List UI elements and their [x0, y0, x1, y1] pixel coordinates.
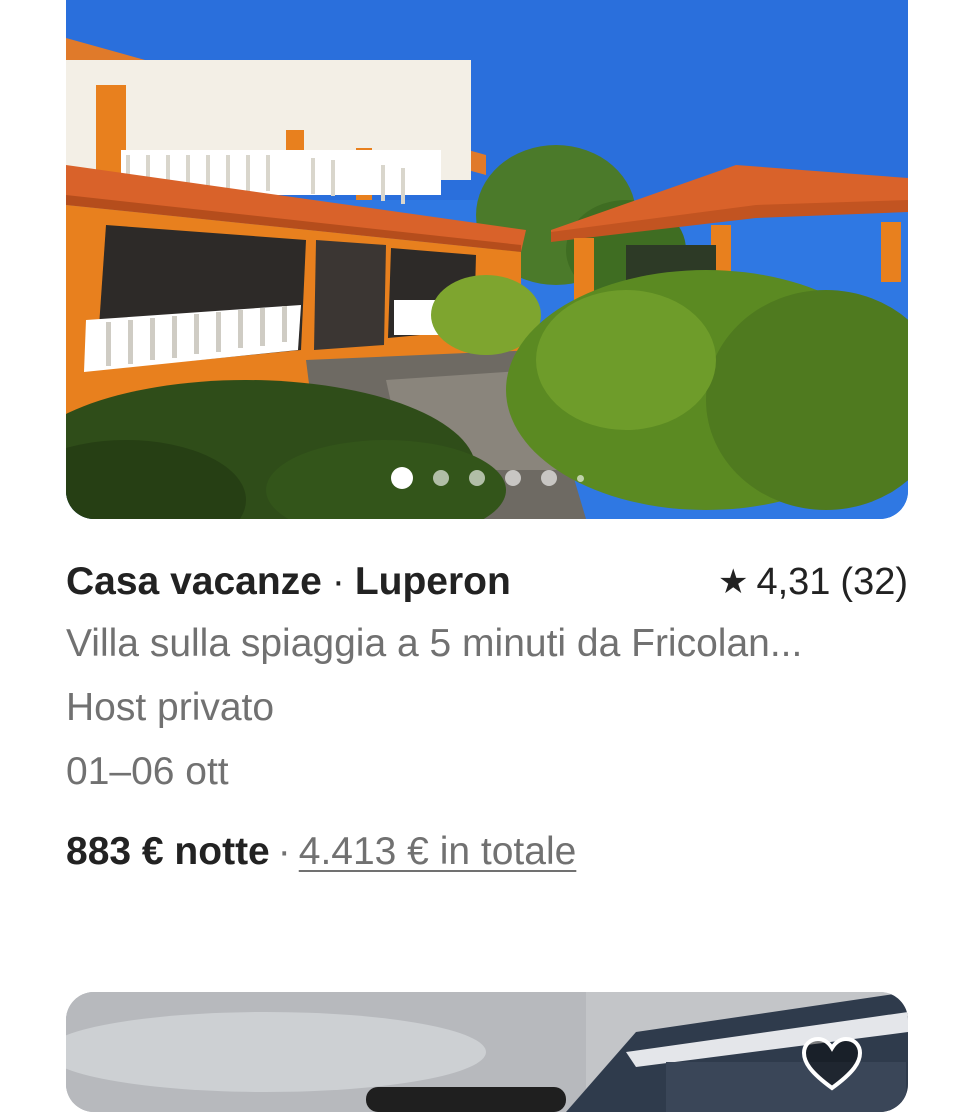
total-price-link[interactable]: 4.413 € in totale — [299, 830, 577, 873]
heart-icon[interactable] — [800, 1036, 864, 1092]
carousel-dot[interactable] — [468, 470, 485, 486]
carousel-dot-more — [576, 474, 584, 482]
next-listing-photo[interactable] — [66, 992, 908, 1112]
next-listing-image — [66, 992, 908, 1112]
rating-count: (32) — [840, 560, 908, 603]
title-separator: · — [331, 560, 345, 603]
listing-card[interactable]: Casa vacanze · Luperon ★ 4,31 (32) Villa s… — [66, 0, 908, 873]
listing-dates: 01–06 ott — [66, 750, 229, 793]
listing-rating: ★ 4,31 (32) — [718, 561, 908, 604]
listing-title-row: Casa vacanze · Luperon ★ 4,31 (32) — [66, 557, 908, 607]
carousel-dot[interactable] — [504, 470, 521, 486]
listing-title: Casa vacanze · Luperon — [66, 560, 511, 604]
star-icon: ★ — [717, 563, 749, 601]
listing-description: Villa sulla spiaggia a 5 minuti da Frico… — [66, 622, 803, 665]
listing-type: Casa vacanze — [66, 560, 322, 603]
price-separator: · — [277, 830, 291, 873]
listing-price: 883 € notte · 4.413 € in totale — [66, 830, 576, 874]
carousel-dot[interactable] — [540, 470, 557, 486]
listing-host: Host privato — [66, 686, 275, 729]
carousel-dots — [66, 467, 908, 489]
listing-photo-carousel[interactable] — [66, 0, 908, 519]
listing-location: Luperon — [354, 560, 511, 603]
nightly-price: 883 € notte — [66, 830, 270, 873]
carousel-dot[interactable] — [432, 470, 449, 486]
carousel-dot-active[interactable] — [390, 467, 413, 489]
rating-value: 4,31 — [756, 560, 831, 603]
listing-photo — [66, 0, 908, 519]
